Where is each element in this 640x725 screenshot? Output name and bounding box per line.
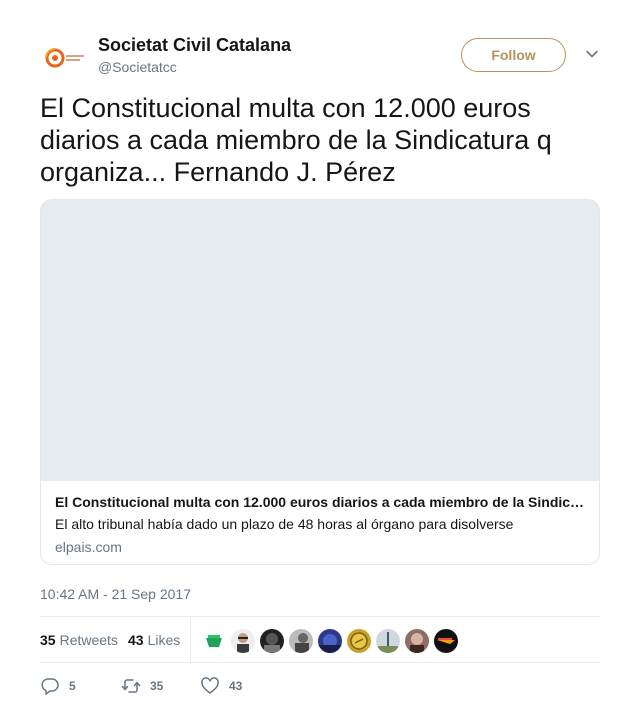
chevron-down-icon[interactable]	[585, 47, 599, 61]
likes-count: 43	[128, 632, 144, 648]
liker-avatars	[202, 629, 463, 653]
liker-avatar[interactable]	[260, 629, 284, 653]
tweet-text: El Constitucional multa con 12.000 euros…	[40, 93, 552, 187]
retweets-count: 35	[40, 632, 56, 648]
card-body: El Constitucional multa con 12.000 euros…	[41, 481, 599, 556]
liker-avatar[interactable]	[202, 629, 226, 653]
like-count: 43	[229, 679, 243, 693]
follow-button[interactable]: Follow	[461, 38, 566, 72]
card-title: El Constitucional multa con 12.000 euros…	[55, 494, 585, 510]
link-card[interactable]: El Constitucional multa con 12.000 euros…	[40, 199, 600, 565]
card-image[interactable]	[41, 200, 599, 481]
liker-avatar[interactable]	[376, 629, 400, 653]
likes-stat[interactable]: 43 Likes	[128, 631, 180, 649]
account-avatar[interactable]	[40, 36, 88, 80]
reply-button[interactable]: 5	[40, 674, 76, 698]
tweet-actions: 5 35 43	[40, 674, 600, 698]
likes-label: Likes	[147, 632, 181, 648]
like-button[interactable]: 43	[200, 674, 242, 698]
card-description: El alto tribunal había dado un plazo de …	[55, 516, 514, 532]
retweet-button[interactable]: 35	[121, 674, 163, 698]
liker-avatar[interactable]	[318, 629, 342, 653]
tweet-stats: 35 Retweets 43 Likes	[40, 616, 600, 663]
card-domain: elpais.com	[55, 539, 122, 555]
liker-avatar[interactable]	[434, 629, 458, 653]
retweet-icon	[121, 679, 141, 693]
stats-divider	[190, 617, 191, 663]
liker-avatar[interactable]	[405, 629, 429, 653]
liker-avatar[interactable]	[347, 629, 371, 653]
tweet-header: Societat Civil Catalana @Societatcc Foll…	[40, 34, 600, 78]
account-handle[interactable]: @Societatcc	[98, 58, 177, 76]
reply-count: 5	[69, 679, 76, 693]
retweets-stat[interactable]: 35 Retweets	[40, 631, 118, 649]
liker-avatar[interactable]	[289, 629, 313, 653]
retweet-count: 35	[150, 679, 164, 693]
reply-icon	[41, 678, 59, 695]
societat-civil-logo	[45, 48, 84, 68]
account-name[interactable]: Societat Civil Catalana	[98, 34, 291, 56]
heart-icon	[201, 677, 219, 694]
retweets-label: Retweets	[59, 632, 118, 648]
liker-avatar[interactable]	[231, 629, 255, 653]
tweet-timestamp[interactable]: 10:42 AM - 21 Sep 2017	[40, 585, 191, 603]
